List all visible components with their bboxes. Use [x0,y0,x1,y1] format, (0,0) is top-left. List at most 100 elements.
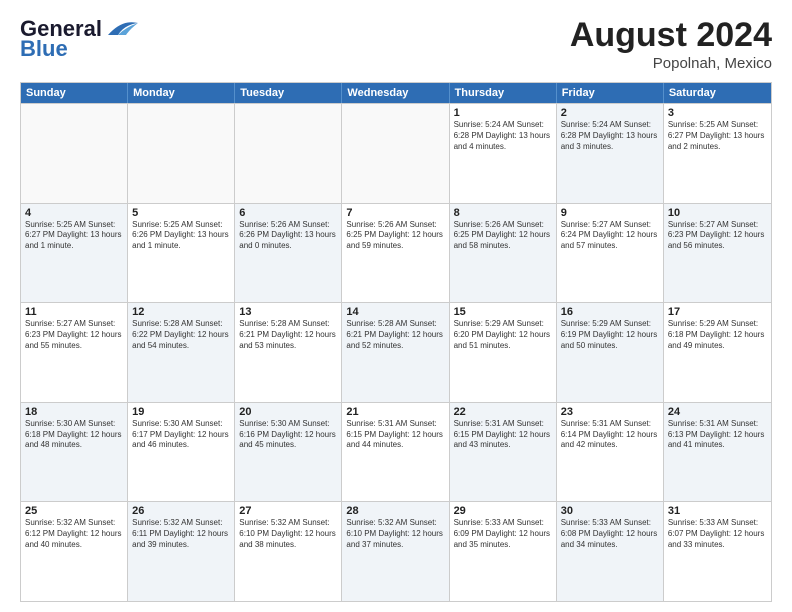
cal-cell-0-0 [21,104,128,203]
cell-info: Sunrise: 5:33 AM Sunset: 6:09 PM Dayligh… [454,518,552,550]
cell-info: Sunrise: 5:25 AM Sunset: 6:26 PM Dayligh… [132,220,230,252]
cell-info: Sunrise: 5:33 AM Sunset: 6:08 PM Dayligh… [561,518,659,550]
cell-info: Sunrise: 5:28 AM Sunset: 6:22 PM Dayligh… [132,319,230,351]
cal-header-friday: Friday [557,83,664,103]
day-number: 30 [561,505,659,517]
cal-cell-4-0: 25Sunrise: 5:32 AM Sunset: 6:12 PM Dayli… [21,502,128,601]
cell-info: Sunrise: 5:27 AM Sunset: 6:24 PM Dayligh… [561,220,659,252]
cal-cell-4-4: 29Sunrise: 5:33 AM Sunset: 6:09 PM Dayli… [450,502,557,601]
day-number: 6 [239,207,337,219]
day-number: 23 [561,406,659,418]
cal-cell-3-2: 20Sunrise: 5:30 AM Sunset: 6:16 PM Dayli… [235,403,342,502]
day-number: 2 [561,107,659,119]
cal-cell-1-2: 6Sunrise: 5:26 AM Sunset: 6:26 PM Daylig… [235,204,342,303]
cell-info: Sunrise: 5:26 AM Sunset: 6:25 PM Dayligh… [454,220,552,252]
cell-info: Sunrise: 5:30 AM Sunset: 6:18 PM Dayligh… [25,419,123,451]
cal-cell-3-1: 19Sunrise: 5:30 AM Sunset: 6:17 PM Dayli… [128,403,235,502]
cell-info: Sunrise: 5:24 AM Sunset: 6:28 PM Dayligh… [561,120,659,152]
day-number: 12 [132,306,230,318]
location: Popolnah, Mexico [570,55,772,72]
day-number: 20 [239,406,337,418]
cell-info: Sunrise: 5:29 AM Sunset: 6:20 PM Dayligh… [454,319,552,351]
cal-cell-0-4: 1Sunrise: 5:24 AM Sunset: 6:28 PM Daylig… [450,104,557,203]
calendar-header-row: SundayMondayTuesdayWednesdayThursdayFrid… [21,83,771,103]
calendar: SundayMondayTuesdayWednesdayThursdayFrid… [20,82,772,602]
day-number: 16 [561,306,659,318]
cell-info: Sunrise: 5:27 AM Sunset: 6:23 PM Dayligh… [668,220,767,252]
cell-info: Sunrise: 5:32 AM Sunset: 6:11 PM Dayligh… [132,518,230,550]
day-number: 3 [668,107,767,119]
cal-header-wednesday: Wednesday [342,83,449,103]
day-number: 14 [346,306,444,318]
cal-row-0: 1 Sunrise: 5:24 AM Sunset: 6:28 PM Daylig… [21,103,771,203]
cal-cell-2-6: 17Sunrise: 5:29 AM Sunset: 6:18 PM Dayli… [664,303,771,402]
cell-info: Sunrise: 5:29 AM Sunset: 6:18 PM Dayligh… [668,319,767,351]
day-number: 21 [346,406,444,418]
day-number: 24 [668,406,767,418]
cell-info: Sunrise: 5:28 AM Sunset: 6:21 PM Dayligh… [346,319,444,351]
day-number: 19 [132,406,230,418]
cal-cell-2-2: 13Sunrise: 5:28 AM Sunset: 6:21 PM Dayli… [235,303,342,402]
cal-cell-1-3: 7Sunrise: 5:26 AM Sunset: 6:25 PM Daylig… [342,204,449,303]
cal-cell-1-6: 10Sunrise: 5:27 AM Sunset: 6:23 PM Dayli… [664,204,771,303]
cal-cell-2-3: 14Sunrise: 5:28 AM Sunset: 6:21 PM Dayli… [342,303,449,402]
cell-info: Sunrise: 5:31 AM Sunset: 6:14 PM Dayligh… [561,419,659,451]
day-number: 7 [346,207,444,219]
day-number: 15 [454,306,552,318]
cal-cell-2-1: 12Sunrise: 5:28 AM Sunset: 6:22 PM Dayli… [128,303,235,402]
day-number: 9 [561,207,659,219]
day-number: 17 [668,306,767,318]
cell-info: Sunrise: 5:26 AM Sunset: 6:25 PM Dayligh… [346,220,444,252]
day-number: 11 [25,306,123,318]
cell-info: Sunrise: 5:32 AM Sunset: 6:10 PM Dayligh… [239,518,337,550]
cal-header-tuesday: Tuesday [235,83,342,103]
day-number: 5 [132,207,230,219]
cal-cell-3-0: 18Sunrise: 5:30 AM Sunset: 6:18 PM Dayli… [21,403,128,502]
cell-info: Sunrise: 5:32 AM Sunset: 6:10 PM Dayligh… [346,518,444,550]
logo: General Blue [20,16,140,62]
logo-blue-text: Blue [20,36,68,62]
cal-row-1: 4Sunrise: 5:25 AM Sunset: 6:27 PM Daylig… [21,203,771,303]
cal-cell-3-5: 23Sunrise: 5:31 AM Sunset: 6:14 PM Dayli… [557,403,664,502]
day-number: 27 [239,505,337,517]
cal-cell-3-3: 21Sunrise: 5:31 AM Sunset: 6:15 PM Dayli… [342,403,449,502]
day-number: 22 [454,406,552,418]
cell-info: Sunrise: 5:25 AM Sunset: 6:27 PM Dayligh… [668,120,767,152]
cal-cell-3-4: 22Sunrise: 5:31 AM Sunset: 6:15 PM Dayli… [450,403,557,502]
cell-info: Sunrise: 5:33 AM Sunset: 6:07 PM Dayligh… [668,518,767,550]
cell-info: Sunrise: 5:30 AM Sunset: 6:16 PM Dayligh… [239,419,337,451]
cal-row-2: 11Sunrise: 5:27 AM Sunset: 6:23 PM Dayli… [21,302,771,402]
page: General Blue August 2024 Popolnah, Mexic… [0,0,792,612]
cell-info: Sunrise: 5:30 AM Sunset: 6:17 PM Dayligh… [132,419,230,451]
day-number: 8 [454,207,552,219]
cal-cell-0-3 [342,104,449,203]
cell-info: Sunrise: 5:28 AM Sunset: 6:21 PM Dayligh… [239,319,337,351]
cal-cell-0-2 [235,104,342,203]
cal-cell-1-0: 4Sunrise: 5:25 AM Sunset: 6:27 PM Daylig… [21,204,128,303]
cal-cell-0-6: 3Sunrise: 5:25 AM Sunset: 6:27 PM Daylig… [664,104,771,203]
cal-cell-4-2: 27Sunrise: 5:32 AM Sunset: 6:10 PM Dayli… [235,502,342,601]
month-year: August 2024 [570,16,772,55]
cal-header-sunday: Sunday [21,83,128,103]
cal-cell-4-3: 28Sunrise: 5:32 AM Sunset: 6:10 PM Dayli… [342,502,449,601]
cell-info: Sunrise: 5:26 AM Sunset: 6:26 PM Dayligh… [239,220,337,252]
day-number: 1 [454,107,552,119]
cell-info: Sunrise: 5:32 AM Sunset: 6:12 PM Dayligh… [25,518,123,550]
cal-cell-4-6: 31Sunrise: 5:33 AM Sunset: 6:07 PM Dayli… [664,502,771,601]
day-number: 25 [25,505,123,517]
day-number: 26 [132,505,230,517]
cal-cell-2-5: 16Sunrise: 5:29 AM Sunset: 6:19 PM Dayli… [557,303,664,402]
cal-cell-4-5: 30Sunrise: 5:33 AM Sunset: 6:08 PM Dayli… [557,502,664,601]
cell-info: Sunrise: 5:25 AM Sunset: 6:27 PM Dayligh… [25,220,123,252]
cal-cell-1-5: 9Sunrise: 5:27 AM Sunset: 6:24 PM Daylig… [557,204,664,303]
day-number: 31 [668,505,767,517]
cell-info: Sunrise: 5:29 AM Sunset: 6:19 PM Dayligh… [561,319,659,351]
day-number: 29 [454,505,552,517]
cal-row-4: 25Sunrise: 5:32 AM Sunset: 6:12 PM Dayli… [21,501,771,601]
cal-header-monday: Monday [128,83,235,103]
header: General Blue August 2024 Popolnah, Mexic… [20,16,772,72]
cal-row-3: 18Sunrise: 5:30 AM Sunset: 6:18 PM Dayli… [21,402,771,502]
cell-info: Sunrise: 5:31 AM Sunset: 6:13 PM Dayligh… [668,419,767,451]
cal-cell-1-4: 8Sunrise: 5:26 AM Sunset: 6:25 PM Daylig… [450,204,557,303]
cal-cell-2-4: 15Sunrise: 5:29 AM Sunset: 6:20 PM Dayli… [450,303,557,402]
